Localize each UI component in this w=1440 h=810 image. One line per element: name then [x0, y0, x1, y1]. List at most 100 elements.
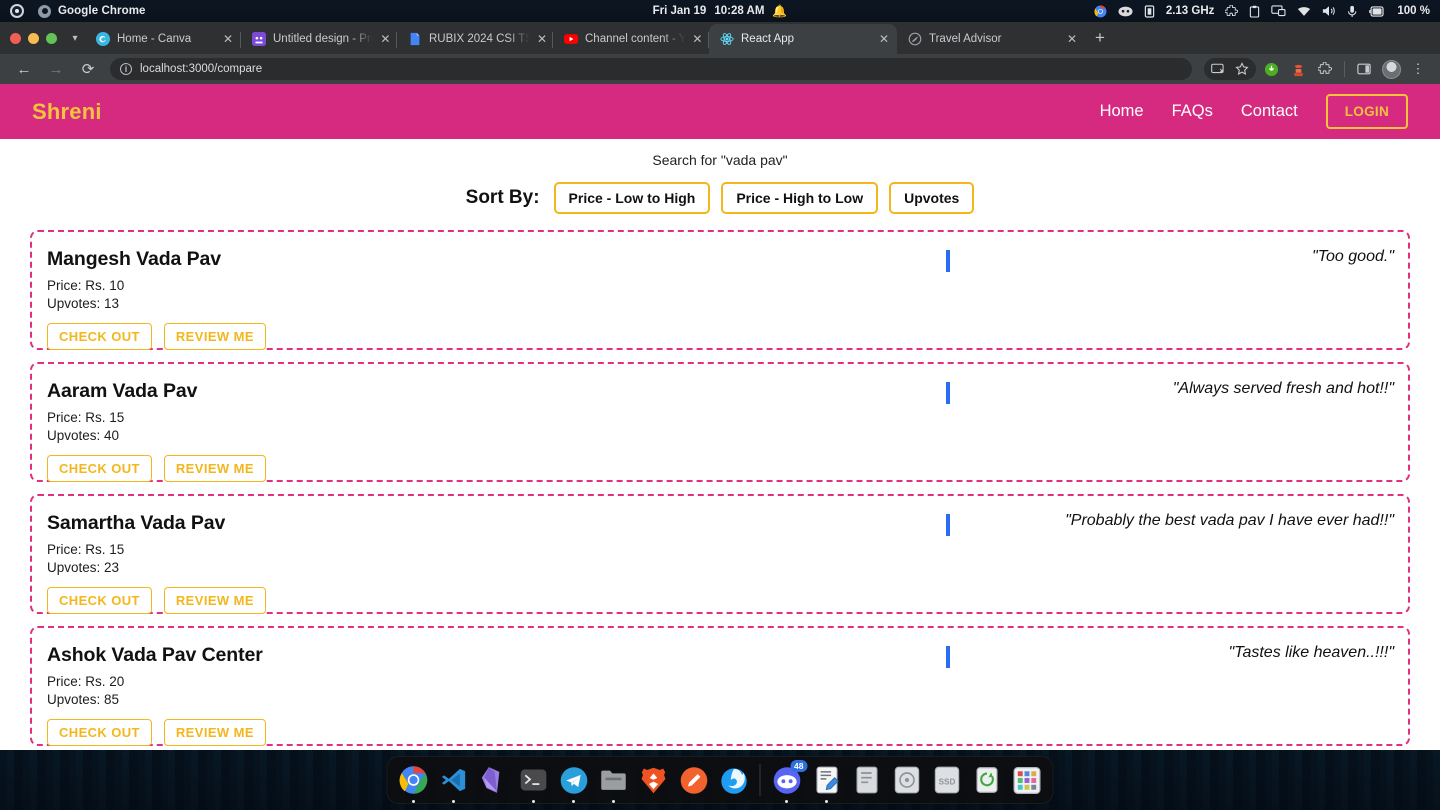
check-out-button[interactable]: CHECK OUT — [47, 455, 152, 482]
dock-item-disk[interactable] — [890, 763, 924, 797]
cpu-icon[interactable] — [1144, 4, 1155, 18]
dock-item-discord[interactable]: 48 — [770, 760, 808, 797]
minimize-window-button[interactable] — [28, 32, 39, 44]
cpu-frequency-label[interactable]: 2.13 GHz — [1166, 5, 1215, 17]
close-tab-icon[interactable]: ✕ — [537, 32, 547, 46]
omnibox-actions: ⋮ — [1204, 58, 1430, 80]
sort-price-high-to-low-button[interactable]: Price - High to Low — [721, 182, 879, 214]
tab-title: React App — [741, 33, 795, 45]
check-out-button[interactable]: CHECK OUT — [47, 587, 152, 614]
dock-item-brave[interactable] — [637, 763, 671, 797]
check-out-button[interactable]: CHECK OUT — [47, 323, 152, 350]
nav-link-faqs[interactable]: FAQs — [1172, 102, 1213, 121]
docs-favicon — [408, 32, 422, 46]
react-favicon — [720, 32, 734, 46]
dock-item-terminal[interactable] — [517, 763, 551, 797]
result-card[interactable]: Samartha Vada Pav Price: Rs. 15 Upvotes:… — [30, 494, 1410, 614]
close-tab-icon[interactable]: ✕ — [692, 32, 703, 46]
extension-green-icon[interactable] — [1259, 58, 1283, 80]
review-me-button[interactable]: REVIEW ME — [163, 323, 266, 350]
result-card[interactable]: Mangesh Vada Pav Price: Rs. 10 Upvotes: … — [30, 230, 1410, 350]
dock-item-vscode[interactable] — [437, 763, 471, 797]
puzzle-icon[interactable] — [1313, 58, 1337, 80]
tab-channel-content-youtube[interactable]: Channel content - YouTu ✕ — [553, 24, 709, 54]
result-actions: CHECK OUT REVIEW ME — [47, 323, 932, 350]
dock-item-telegram[interactable] — [557, 763, 591, 797]
side-panel-icon[interactable] — [1352, 58, 1376, 80]
result-card[interactable]: Ashok Vada Pav Center Price: Rs. 20 Upvo… — [30, 626, 1410, 746]
tab-untitled-design[interactable]: Untitled design - Present ✕ — [241, 24, 397, 54]
dock-item-chrome[interactable] — [397, 763, 431, 797]
menubar-time[interactable]: 10:28 AM — [714, 5, 764, 17]
bell-icon[interactable]: 🔔 — [772, 4, 787, 18]
tab-travel-advisor[interactable]: Travel Advisor ✕ — [897, 24, 1085, 54]
review-me-button[interactable]: REVIEW ME — [163, 587, 266, 614]
battery-percent-label[interactable]: 100 % — [1397, 5, 1430, 17]
tab-home-canva[interactable]: Home - Canva ✕ — [85, 24, 241, 54]
close-window-button[interactable] — [10, 32, 21, 44]
tab-react-app[interactable]: React App ✕ — [709, 24, 897, 54]
nav-link-contact[interactable]: Contact — [1241, 102, 1298, 121]
dock-item-trash[interactable] — [970, 763, 1004, 797]
close-tab-icon[interactable]: ✕ — [221, 32, 235, 46]
bookmark-star-icon[interactable] — [1230, 58, 1254, 80]
text-cursor-indicator — [946, 250, 950, 272]
dock-item-app-grid[interactable] — [1010, 763, 1044, 797]
dock-item-firefox[interactable] — [717, 763, 751, 797]
profile-avatar[interactable] — [1379, 58, 1403, 80]
close-tab-icon[interactable]: ✕ — [380, 32, 391, 46]
wifi-icon[interactable] — [1297, 6, 1311, 17]
web-page-content: Shreni Home FAQs Contact LOGIN Search fo… — [0, 84, 1440, 750]
system-logo-icon[interactable] — [10, 4, 24, 18]
tab-title: Untitled design - Present — [273, 33, 373, 45]
nav-link-home[interactable]: Home — [1100, 102, 1144, 121]
review-me-button[interactable]: REVIEW ME — [163, 455, 266, 482]
new-tab-button[interactable]: + — [1085, 24, 1115, 54]
battery-icon[interactable] — [1369, 5, 1386, 17]
sort-price-low-to-high-button[interactable]: Price - Low to High — [553, 182, 711, 214]
menubar-app-name[interactable]: Google Chrome — [58, 5, 146, 17]
tab-rubix-2024[interactable]: RUBIX 2024 CSI TSEC: Das ✕ — [397, 24, 553, 54]
site-brand-logo[interactable]: Shreni — [32, 99, 102, 125]
dock-item-obsidian[interactable] — [477, 763, 511, 797]
result-card[interactable]: Aaram Vada Pav Price: Rs. 15 Upvotes: 40… — [30, 362, 1410, 482]
desktop-wallpaper: 48 SSD — [0, 750, 1440, 810]
text-cursor-indicator — [946, 382, 950, 404]
site-navbar: Shreni Home FAQs Contact LOGIN — [0, 84, 1440, 139]
dock-item-ssd[interactable]: SSD — [930, 763, 964, 797]
close-tab-icon[interactable]: ✕ — [1065, 32, 1079, 46]
check-out-button[interactable]: CHECK OUT — [47, 719, 152, 746]
close-tab-icon[interactable]: ✕ — [877, 32, 891, 46]
review-me-button[interactable]: REVIEW ME — [163, 719, 266, 746]
result-review-quote: "Too good." — [1312, 248, 1394, 265]
reload-button-icon[interactable]: ⟳ — [74, 56, 102, 82]
url-text: localhost:3000/compare — [140, 63, 263, 75]
menubar-date[interactable]: Fri Jan 19 — [653, 5, 707, 17]
clipboard-icon[interactable] — [1249, 5, 1260, 18]
dock-item-files[interactable] — [597, 763, 631, 797]
volume-icon[interactable] — [1322, 5, 1336, 17]
search-query-label: Search for "vada pav" — [652, 152, 788, 168]
text-cursor-indicator — [946, 514, 950, 536]
result-name: Aaram Vada Pav — [47, 380, 198, 402]
kebab-menu-icon[interactable]: ⋮ — [1406, 58, 1430, 80]
forward-button-icon[interactable]: → — [42, 56, 70, 82]
sort-upvotes-button[interactable]: Upvotes — [889, 182, 975, 214]
display-icon[interactable] — [1271, 5, 1286, 17]
address-bar[interactable]: i localhost:3000/compare — [110, 58, 1192, 80]
dock-item-postman[interactable] — [677, 763, 711, 797]
dock-item-notes[interactable] — [850, 763, 884, 797]
login-button[interactable]: LOGIN — [1325, 94, 1408, 129]
dock: 48 SSD — [386, 756, 1054, 804]
site-info-icon[interactable]: i — [120, 63, 132, 75]
dock-item-text-editor[interactable] — [810, 763, 844, 797]
cast-icon[interactable] — [1206, 58, 1230, 80]
back-button-icon[interactable]: ← — [10, 56, 38, 82]
maximize-window-button[interactable] — [46, 32, 57, 44]
extension-red-icon[interactable] — [1286, 58, 1310, 80]
puzzle-tray-icon[interactable] — [1225, 4, 1239, 18]
microphone-icon[interactable] — [1347, 5, 1358, 18]
tab-search-chevron-down-icon[interactable]: ▾ — [65, 22, 85, 54]
discord-tray-icon[interactable] — [1118, 6, 1133, 17]
chrome-tray-icon[interactable] — [1094, 5, 1107, 18]
